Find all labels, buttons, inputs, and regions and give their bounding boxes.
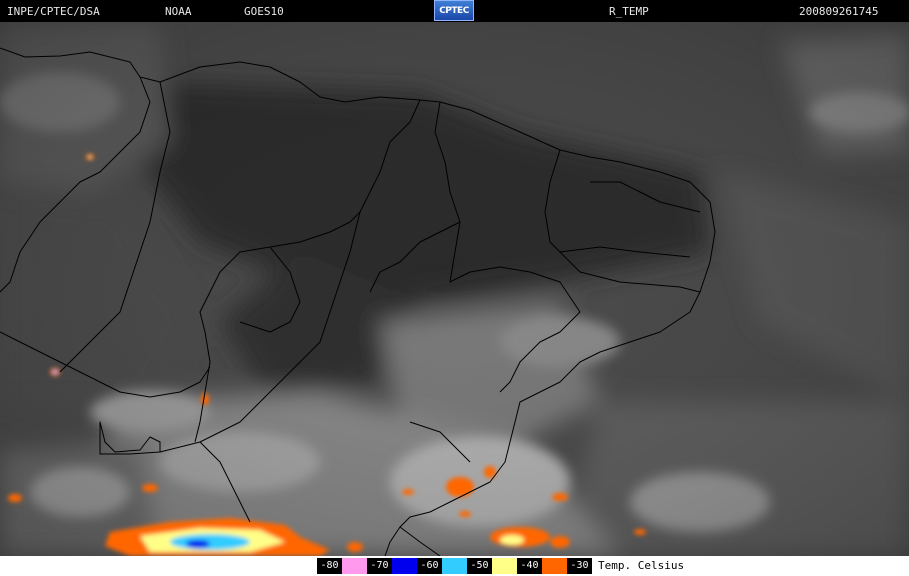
legend-label-minus-40: -40 bbox=[517, 558, 542, 574]
legend-label-minus-70: -70 bbox=[367, 558, 392, 574]
legend-swatch-minus-60 bbox=[442, 558, 467, 574]
satellite-map bbox=[0, 22, 909, 556]
datetime-label: 200809261745 bbox=[799, 5, 879, 18]
legend-swatch-minus-50 bbox=[492, 558, 517, 574]
satellite-label: GOES10 bbox=[244, 5, 284, 18]
legend-title: Temp. Celsius bbox=[598, 559, 685, 572]
legend-swatch-minus-70 bbox=[392, 558, 417, 574]
satellite-image-viewer: INPE/CPTEC/DSA NOAA GOES10 CPTEC R_TEMP … bbox=[0, 0, 909, 576]
legend-bar: -80 -70 -60 -50 -40 -30 Temp. Celsius bbox=[0, 556, 909, 576]
legend-swatch-minus-40 bbox=[542, 558, 567, 574]
legend-label-minus-30: -30 bbox=[567, 558, 592, 574]
legend-label-minus-50: -50 bbox=[467, 558, 492, 574]
header-bar: INPE/CPTEC/DSA NOAA GOES10 CPTEC R_TEMP … bbox=[0, 0, 909, 22]
product-label: R_TEMP bbox=[609, 5, 649, 18]
agency-label: NOAA bbox=[165, 5, 192, 18]
legend-label-minus-60: -60 bbox=[417, 558, 442, 574]
institution-label: INPE/CPTEC/DSA bbox=[7, 5, 100, 18]
legend-swatch-minus-80 bbox=[342, 558, 367, 574]
cptec-logo: CPTEC bbox=[434, 0, 474, 21]
legend-label-minus-80: -80 bbox=[317, 558, 342, 574]
